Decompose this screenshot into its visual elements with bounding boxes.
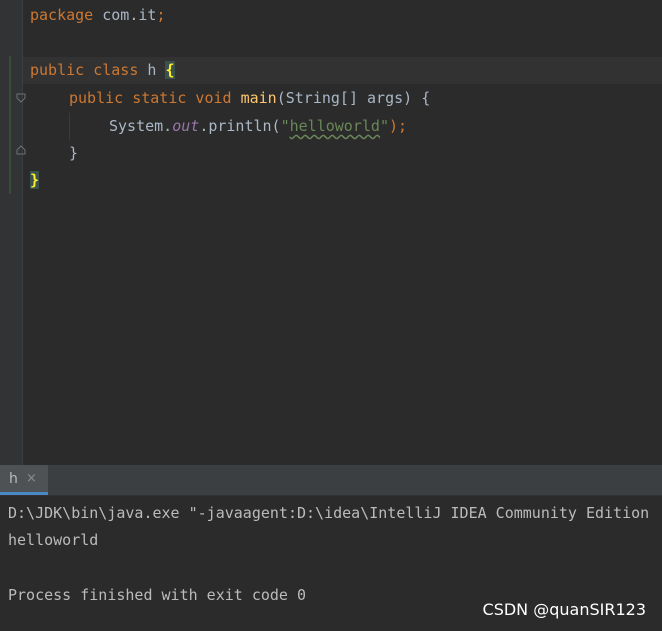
keyword: class (93, 61, 139, 79)
string-quote-open: " (280, 117, 290, 135)
println-call: .println( (199, 117, 281, 135)
class-name: h (147, 61, 157, 79)
run-tab[interactable]: h × (0, 465, 48, 495)
code-line-method-end[interactable]: } (69, 140, 78, 167)
fold-end-icon[interactable] (16, 145, 26, 155)
code-editor[interactable]: package com.it; public class h { public … (0, 0, 662, 465)
code-line-class-end[interactable]: } (30, 167, 40, 194)
indent-guide (69, 113, 70, 140)
watermark: CSDN @quanSIR123 (482, 600, 646, 619)
editor-gutter[interactable] (0, 0, 22, 465)
code-line-class[interactable]: public class h { (30, 57, 175, 84)
fold-collapse-icon[interactable] (16, 93, 26, 103)
string-literal: helloworld (289, 117, 380, 135)
vcs-change-marker (9, 56, 11, 194)
code-line-main[interactable]: public static void main(String[] args) { (69, 85, 430, 112)
static-field: out (172, 117, 200, 135)
package-name: com.it (102, 6, 157, 24)
keyword: package (30, 6, 94, 24)
semicolon: ; (156, 6, 166, 24)
matched-brace: } (30, 171, 40, 189)
string-quote-close: " (379, 117, 389, 135)
close-icon[interactable]: × (26, 471, 37, 486)
run-tool-window-tabs: h × (0, 465, 662, 496)
system-ref: System. (109, 117, 173, 135)
modifiers: public static void (69, 89, 232, 107)
closing-brace: } (69, 144, 79, 162)
console-command-line: D:\JDK\bin\java.exe "-javaagent:D:\idea\… (8, 504, 650, 522)
console-exit-line: Process finished with exit code 0 (8, 586, 307, 604)
code-line-println[interactable]: System.out.println("helloworld"); (109, 113, 407, 140)
code-line-package[interactable]: package com.it; (30, 2, 165, 29)
keyword: public (30, 61, 85, 79)
run-tab-label: h (9, 471, 18, 487)
console-output-line: helloworld (8, 531, 99, 549)
method-params: (String[] args) { (276, 89, 431, 107)
statement-end: ); (388, 117, 408, 135)
matched-brace: { (165, 61, 175, 79)
method-name: main (240, 89, 277, 107)
